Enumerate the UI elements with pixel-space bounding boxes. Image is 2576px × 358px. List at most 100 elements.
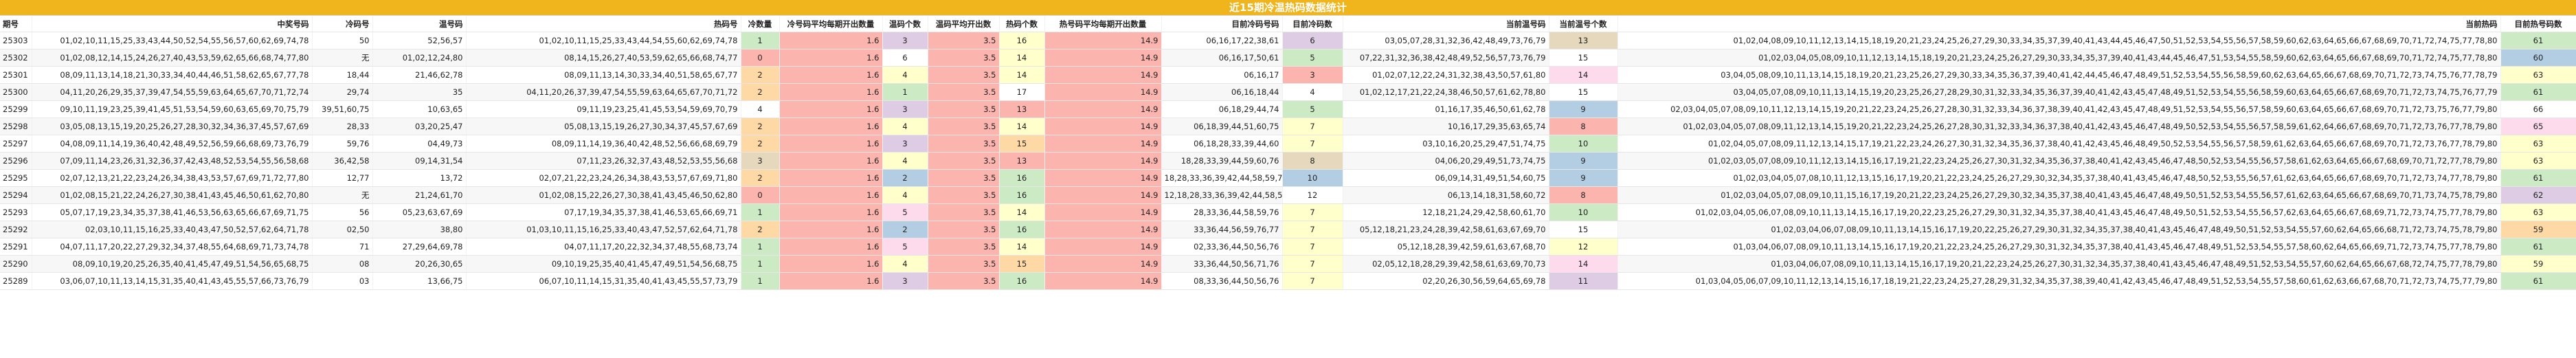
cell-current-cold[interactable]: 18,28,33,39,44,59,60,76 xyxy=(1161,152,1283,170)
cell-current-warm[interactable]: 07,22,31,32,36,38,42,48,49,52,56,57,73,7… xyxy=(1343,49,1549,67)
cell-winning-numbers[interactable]: 01,02,10,11,15,25,33,43,44,50,52,54,55,5… xyxy=(32,32,313,49)
cell-cold-count[interactable]: 2 xyxy=(741,221,780,238)
cell-winning-numbers[interactable]: 08,09,11,13,14,18,21,30,33,34,40,44,46,5… xyxy=(32,66,313,84)
cell-current-warm[interactable]: 12,18,21,24,29,42,58,60,61,70 xyxy=(1343,203,1549,221)
cell-warm-avg[interactable]: 3.5 xyxy=(928,100,1000,118)
cell-warm[interactable]: 13,66,75 xyxy=(372,272,467,290)
cell-current-warm-count[interactable]: 9 xyxy=(1549,152,1618,170)
cell-warm-avg[interactable]: 3.5 xyxy=(928,83,1000,101)
cell-period[interactable]: 25289 xyxy=(0,272,32,290)
col-header-hot-count[interactable]: 热码个数 xyxy=(999,16,1045,32)
cell-current-warm[interactable]: 01,16,17,35,46,50,61,62,78 xyxy=(1343,100,1549,118)
cell-warm-count[interactable]: 4 xyxy=(882,255,928,273)
cell-hot[interactable]: 04,11,20,26,37,39,47,54,55,59,63,64,65,6… xyxy=(466,83,741,101)
cell-hot-avg[interactable]: 14.9 xyxy=(1044,169,1162,187)
cell-hot-avg[interactable]: 14.9 xyxy=(1044,32,1162,49)
cell-hot[interactable]: 01,03,10,11,15,16,25,33,40,43,47,52,57,6… xyxy=(466,221,741,238)
cell-hot-avg[interactable]: 14.9 xyxy=(1044,186,1162,204)
cell-hot-count[interactable]: 16 xyxy=(999,221,1045,238)
cell-hot[interactable]: 05,08,13,15,19,26,27,30,34,37,45,57,67,6… xyxy=(466,118,741,135)
cell-winning-numbers[interactable]: 05,07,17,19,23,34,35,37,38,41,46,53,56,6… xyxy=(32,203,313,221)
cell-period[interactable]: 25302 xyxy=(0,49,32,67)
cell-hot[interactable]: 02,07,21,22,23,24,26,34,38,43,53,57,67,6… xyxy=(466,169,741,187)
cell-cold-count[interactable]: 2 xyxy=(741,66,780,84)
cell-period[interactable]: 25291 xyxy=(0,238,32,256)
cell-hot[interactable]: 01,02,08,15,22,26,27,30,38,41,43,45,46,5… xyxy=(466,186,741,204)
cell-winning-numbers[interactable]: 09,10,11,19,23,25,39,41,45,51,53,54,59,6… xyxy=(32,100,313,118)
cell-cold-avg[interactable]: 1.6 xyxy=(779,169,883,187)
cell-warm[interactable]: 21,24,61,70 xyxy=(372,186,467,204)
cell-period[interactable]: 25298 xyxy=(0,118,32,135)
cell-current-warm-count[interactable]: 14 xyxy=(1549,255,1618,273)
cell-current-warm[interactable]: 03,05,07,28,31,32,36,42,48,49,73,76,79 xyxy=(1343,32,1549,49)
cell-hot-count[interactable]: 17 xyxy=(999,83,1045,101)
cell-current-warm[interactable]: 05,12,18,21,23,24,28,39,42,58,61,63,67,6… xyxy=(1343,221,1549,238)
cell-current-cold-count[interactable]: 7 xyxy=(1282,203,1343,221)
cell-cold-avg[interactable]: 1.6 xyxy=(779,203,883,221)
cell-current-hot[interactable]: 03,04,05,07,08,09,10,11,13,14,15,19,20,2… xyxy=(1617,83,2501,101)
col-header-period[interactable]: 期号 xyxy=(0,16,32,32)
cell-winning-numbers[interactable]: 08,09,10,19,20,25,26,35,40,41,45,47,49,5… xyxy=(32,255,313,273)
cell-current-cold-count[interactable]: 7 xyxy=(1282,238,1343,256)
cell-current-warm-count[interactable]: 14 xyxy=(1549,66,1618,84)
cell-current-warm-count[interactable]: 13 xyxy=(1549,32,1618,49)
cell-warm[interactable]: 52,56,57 xyxy=(372,32,467,49)
cell-current-cold-count[interactable]: 5 xyxy=(1282,100,1343,118)
cell-cold[interactable]: 08 xyxy=(312,255,373,273)
cell-period[interactable]: 25301 xyxy=(0,66,32,84)
cell-current-warm-count[interactable]: 8 xyxy=(1549,118,1618,135)
cell-period[interactable]: 25303 xyxy=(0,32,32,49)
cell-winning-numbers[interactable]: 01,02,08,15,21,22,24,26,27,30,38,41,43,4… xyxy=(32,186,313,204)
cell-cold-count[interactable]: 1 xyxy=(741,238,780,256)
cell-current-warm[interactable]: 01,02,07,12,22,24,31,32,38,43,50,57,61,8… xyxy=(1343,66,1549,84)
cell-cold[interactable]: 59,76 xyxy=(312,135,373,153)
cell-hot-count[interactable]: 15 xyxy=(999,135,1045,153)
cell-winning-numbers[interactable]: 02,07,12,13,21,22,23,24,26,34,38,43,53,5… xyxy=(32,169,313,187)
cell-current-hot[interactable]: 01,02,04,08,09,10,11,12,13,14,15,18,19,2… xyxy=(1617,32,2501,49)
cell-current-hot-count[interactable]: 59 xyxy=(2500,221,2576,238)
cell-warm-count[interactable]: 6 xyxy=(882,49,928,67)
cell-cold-count[interactable]: 1 xyxy=(741,203,780,221)
cell-cold[interactable]: 12,77 xyxy=(312,169,373,187)
cell-warm[interactable]: 21,46,62,78 xyxy=(372,66,467,84)
cell-current-hot-count[interactable]: 63 xyxy=(2500,66,2576,84)
cell-current-hot[interactable]: 01,03,04,06,07,08,09,10,11,13,14,15,16,1… xyxy=(1617,238,2501,256)
cell-hot[interactable]: 06,07,10,11,14,15,31,35,40,41,43,45,55,5… xyxy=(466,272,741,290)
cell-winning-numbers[interactable]: 04,11,20,26,29,35,37,39,47,54,55,59,63,6… xyxy=(32,83,313,101)
cell-cold[interactable]: 03 xyxy=(312,272,373,290)
cell-warm-avg[interactable]: 3.5 xyxy=(928,169,1000,187)
col-header-winning-numbers[interactable]: 中奖号码 xyxy=(32,16,313,32)
cell-current-hot-count[interactable]: 63 xyxy=(2500,203,2576,221)
cell-cold-count[interactable]: 3 xyxy=(741,152,780,170)
cell-current-warm[interactable]: 06,13,14,18,31,58,60,72 xyxy=(1343,186,1549,204)
cell-current-hot[interactable]: 01,02,03,04,05,07,08,09,11,12,13,14,15,1… xyxy=(1617,118,2501,135)
col-header-hot[interactable]: 热码号 xyxy=(466,16,741,32)
cell-cold[interactable]: 02,50 xyxy=(312,221,373,238)
cell-period[interactable]: 25292 xyxy=(0,221,32,238)
cell-winning-numbers[interactable]: 03,06,07,10,11,13,14,15,31,35,40,41,43,4… xyxy=(32,272,313,290)
cell-warm-count[interactable]: 3 xyxy=(882,135,928,153)
cell-current-warm-count[interactable]: 11 xyxy=(1549,272,1618,290)
cell-cold-count[interactable]: 0 xyxy=(741,49,780,67)
cell-period[interactable]: 25290 xyxy=(0,255,32,273)
cell-current-warm-count[interactable]: 15 xyxy=(1549,49,1618,67)
cell-warm-count[interactable]: 4 xyxy=(882,66,928,84)
cell-current-hot[interactable]: 03,04,05,08,09,10,11,13,14,15,18,19,20,2… xyxy=(1617,66,2501,84)
cell-cold-count[interactable]: 1 xyxy=(741,32,780,49)
cell-cold-avg[interactable]: 1.6 xyxy=(779,186,883,204)
cell-current-cold[interactable]: 06,16,18,44 xyxy=(1161,83,1283,101)
cell-cold-avg[interactable]: 1.6 xyxy=(779,49,883,67)
cell-cold-avg[interactable]: 1.6 xyxy=(779,32,883,49)
cell-cold[interactable]: 无 xyxy=(312,49,373,67)
cell-hot-avg[interactable]: 14.9 xyxy=(1044,255,1162,273)
cell-hot-count[interactable]: 14 xyxy=(999,66,1045,84)
cell-current-hot-count[interactable]: 63 xyxy=(2500,135,2576,153)
cell-warm-avg[interactable]: 3.5 xyxy=(928,32,1000,49)
cell-winning-numbers[interactable]: 01,02,08,12,14,15,24,26,27,40,43,53,59,6… xyxy=(32,49,313,67)
cell-cold-count[interactable]: 2 xyxy=(741,118,780,135)
cell-hot[interactable]: 09,10,19,25,35,40,41,45,47,49,51,54,56,6… xyxy=(466,255,741,273)
cell-warm-count[interactable]: 3 xyxy=(882,272,928,290)
cell-warm[interactable]: 35 xyxy=(372,83,467,101)
cell-winning-numbers[interactable]: 07,09,11,14,23,26,31,32,36,37,42,43,48,5… xyxy=(32,152,313,170)
cell-current-cold-count[interactable]: 7 xyxy=(1282,272,1343,290)
